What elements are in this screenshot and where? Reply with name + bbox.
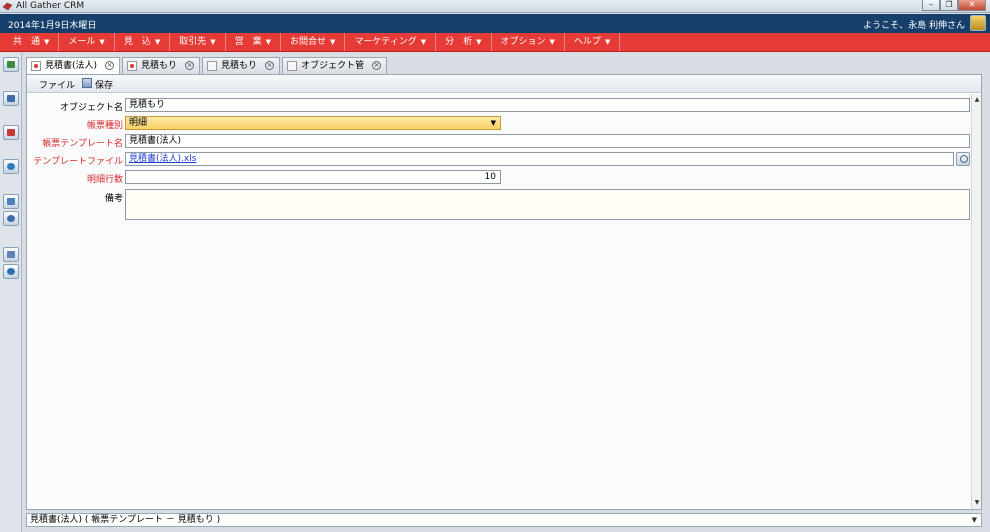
menu-sales[interactable]: 営 業 ▼ [226,33,282,51]
person-icon[interactable] [3,211,19,226]
refresh-icon[interactable] [3,159,19,174]
menu-marketing[interactable]: マーケティング ▼ [345,33,437,51]
template-name-field[interactable]: 見積書(法人) [125,134,970,148]
new-window-icon[interactable] [3,57,19,72]
menu-help[interactable]: ヘルプ ▼ [565,33,621,51]
detail-rows-label: 明細行数 [86,175,123,185]
chevron-down-icon: ▼ [549,38,555,46]
chevron-down-icon: ▼ [99,38,105,46]
tab-quote-2[interactable]: 見積もり × [202,57,281,74]
list-icon [287,61,298,71]
tab-object-management[interactable]: オブジェクト管 × [282,57,388,74]
form-icon [127,61,138,71]
welcome-message: ようこそ、永島 利伸さん [863,21,965,31]
menu-options[interactable]: オプション ▼ [492,33,565,51]
tab-quote-1[interactable]: 見積もり × [122,57,201,74]
window-controls: – ❐ ✕ [922,0,986,12]
chevron-down-icon: ▼ [265,38,272,46]
list-icon [207,61,218,71]
group-icon[interactable] [3,194,19,209]
current-date: 2014年1月9日木曜日 [8,21,97,31]
chevron-down-icon: ▼ [420,38,427,46]
template-file-label: テンプレートファイル [33,157,123,167]
chevron-down-icon: ▼ [604,38,611,46]
main-menu: 共 通 ▼ メール ▼ 見 込 ▼ 取引先 ▼ 営 業 ▼ お問合せ ▼ マーケティング ▼ … [0,33,990,52]
note-textarea[interactable] [125,189,970,220]
save-icon [82,78,92,88]
tab-close-icon[interactable]: × [372,61,382,70]
minimize-button[interactable]: – [922,0,940,11]
object-name-label-wrap: オブジェクト名 [27,100,123,114]
restore-button[interactable]: ❐ [940,0,958,11]
calendar-icon[interactable] [3,125,19,140]
form-toolbar: ファイル 保存 [27,75,981,93]
file-menu-button[interactable]: ファイル [39,78,75,91]
main-panel: ファイル 保存 オブジェクト名 見積もり 帳票種別 明細 ▼ 帳票テンプレート名… [26,74,982,510]
form-area: オブジェクト名 見積もり 帳票種別 明細 ▼ 帳票テンプレート名 見積書(法人)… [27,94,971,509]
tab-close-icon[interactable]: × [265,61,275,70]
form-type-label-wrap: 帳票種別 [27,118,123,132]
left-toolbar [0,53,22,532]
chevron-down-icon: ▼ [476,38,482,46]
menu-mail[interactable]: メール ▼ [59,33,115,51]
window-title-bar: All Gather CRM – ❐ ✕ [0,0,990,13]
menu-leads[interactable]: 見 込 ▼ [115,33,171,51]
template-name-label: 帳票テンプレート名 [42,139,123,149]
form-icon [31,61,41,71]
chevron-down-icon: ▼ [971,516,977,524]
form-type-select[interactable]: 明細 ▼ [125,116,501,130]
object-name-label: オブジェクト名 [59,103,123,113]
chevron-down-icon: ▼ [154,38,161,46]
window-title: All Gather CRM [16,1,85,11]
header-bar: 2014年1月9日木曜日 ようこそ、永島 利伸さん [0,14,990,33]
note-label: 備考 [104,194,123,204]
chevron-down-icon: ▼ [330,38,336,46]
mail-icon[interactable] [3,247,19,262]
chevron-down-icon: ▼ [490,119,496,127]
chevron-down-icon: ▼ [210,38,216,46]
tab-quote-corporate[interactable]: 見積書(法人) × [26,57,121,75]
app-logo-icon [2,2,13,11]
help-icon[interactable] [3,264,19,279]
object-name-field[interactable]: 見積もり [125,98,970,112]
user-menu-icon[interactable] [970,15,986,31]
template-file-label-wrap: テンプレートファイル [27,154,123,168]
close-button[interactable]: ✕ [958,0,986,11]
scroll-up-icon[interactable]: ▲ [973,96,981,104]
menu-analysis[interactable]: 分 析 ▼ [436,33,492,51]
detail-rows-field[interactable]: 10 [125,170,501,184]
template-name-label-wrap: 帳票テンプレート名 [27,136,123,150]
detail-rows-label-wrap: 明細行数 [27,172,123,186]
menu-inquiries[interactable]: お問合せ ▼ [281,33,346,51]
tab-close-icon[interactable]: × [105,61,115,70]
chevron-down-icon: ▼ [44,38,50,46]
vertical-scrollbar[interactable]: ▲ ▼ [971,94,981,509]
document-tabs: 見積書(法人) × 見積もり × 見積もり × オブジェクト管 × [26,57,389,75]
menu-accounts[interactable]: 取引先 ▼ [170,33,226,51]
template-file-field[interactable]: 見積書(法人).xls [125,152,954,166]
scroll-down-icon[interactable]: ▼ [973,499,981,507]
home-icon[interactable] [3,91,19,106]
record-selector[interactable]: 見積書(法人) ( 帳票テンプレート － 見積もり ) ▼ [26,513,982,527]
form-type-label: 帳票種別 [86,121,123,131]
menu-common[interactable]: 共 通 ▼ [4,33,60,51]
tab-close-icon[interactable]: × [185,61,195,70]
search-icon[interactable] [956,152,970,166]
save-button[interactable]: 保存 [82,78,113,91]
note-label-wrap: 備考 [27,191,123,205]
